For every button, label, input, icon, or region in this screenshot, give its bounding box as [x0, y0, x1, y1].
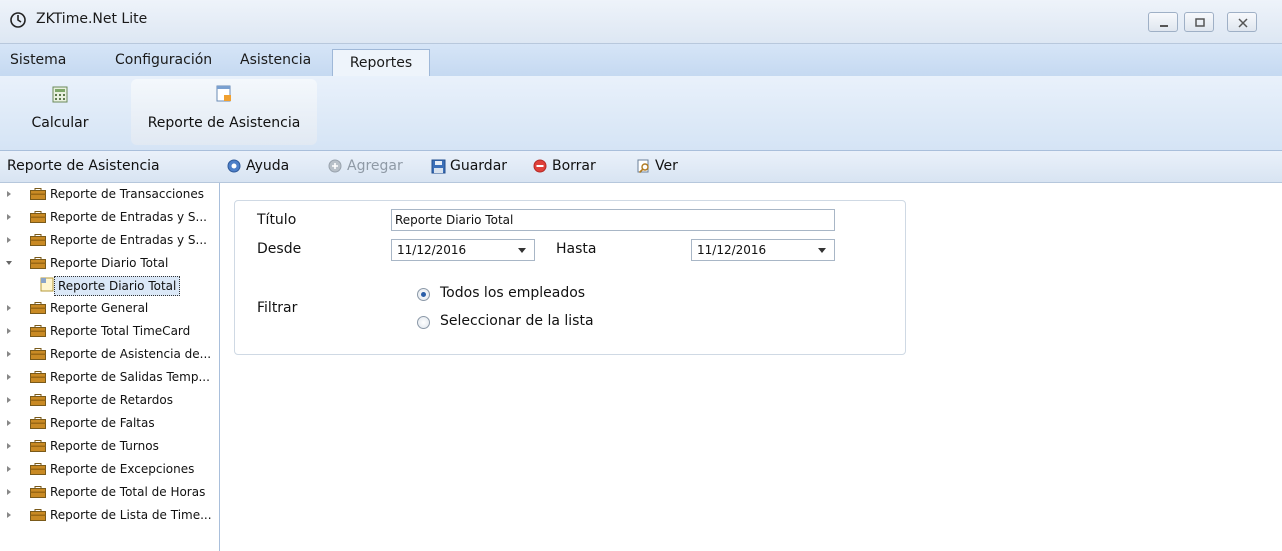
tree-child-label: Reporte Diario Total — [54, 276, 181, 296]
toolbar: Ayuda Agregar Guardar Borrar Ver — [220, 151, 1282, 183]
calcular-button[interactable]: Calcular — [12, 79, 108, 145]
chevron-down-icon[interactable] — [818, 248, 826, 253]
hasta-date-picker[interactable]: 11/12/2016 — [691, 239, 835, 261]
maximize-button[interactable] — [1184, 12, 1214, 32]
reporte-asistencia-button[interactable]: Reporte de Asistencia — [131, 79, 317, 145]
tree-item-label: Reporte de Retardos — [50, 393, 173, 407]
collapse-arrow-icon[interactable] — [4, 183, 14, 205]
tree-item-label: Reporte de Entradas y S... — [50, 233, 207, 247]
briefcase-icon — [30, 509, 46, 521]
tree-item-label: Reporte de Asistencia de... — [50, 347, 212, 361]
collapse-arrow-icon[interactable] — [4, 297, 14, 319]
minimize-button[interactable] — [1148, 12, 1178, 32]
chevron-down-icon[interactable] — [518, 248, 526, 253]
reporte-asistencia-label: Reporte de Asistencia — [147, 115, 301, 131]
radio-seleccionar[interactable] — [417, 316, 430, 329]
collapse-arrow-icon[interactable] — [4, 389, 14, 411]
guardar-button[interactable]: Guardar — [431, 151, 521, 182]
radio-todos[interactable] — [417, 288, 430, 301]
tree-item-label: Reporte de Lista de Time... — [50, 508, 212, 522]
menu-sistema[interactable]: Sistema — [10, 44, 66, 76]
tree-child-reporte-diario-total[interactable]: Reporte Diario Total — [34, 274, 219, 296]
tree-item-label: Reporte de Total de Horas — [50, 485, 206, 499]
collapse-arrow-icon[interactable] — [4, 435, 14, 457]
titulo-label: Título — [257, 212, 297, 228]
radio-todos-label[interactable]: Todos los empleados — [440, 285, 585, 301]
collapse-arrow-icon[interactable] — [4, 229, 14, 251]
collapse-arrow-icon[interactable] — [4, 206, 14, 228]
hasta-label: Hasta — [556, 241, 597, 257]
agregar-label: Agregar — [347, 158, 403, 174]
expand-arrow-icon[interactable] — [4, 252, 14, 274]
save-icon — [431, 159, 446, 174]
briefcase-icon — [30, 371, 46, 383]
menu-bar: Sistema Configuración Asistencia Reporte… — [0, 44, 1282, 77]
briefcase-icon — [30, 463, 46, 475]
collapse-arrow-icon[interactable] — [4, 458, 14, 480]
collapse-arrow-icon[interactable] — [4, 412, 14, 434]
ribbon: Calcular Reporte de Asistencia — [0, 76, 1282, 151]
briefcase-icon — [30, 325, 46, 337]
briefcase-icon — [30, 394, 46, 406]
desde-date-picker[interactable]: 11/12/2016 — [391, 239, 535, 261]
menu-asistencia[interactable]: Asistencia — [240, 44, 311, 76]
titulo-input[interactable]: Reporte Diario Total — [391, 209, 835, 231]
tree-item-label: Reporte de Faltas — [50, 416, 155, 430]
left-panel-title: Reporte de Asistencia — [7, 158, 160, 174]
ayuda-label: Ayuda — [246, 158, 290, 174]
tree-item-label: Reporte de Salidas Temp... — [50, 370, 210, 384]
agregar-button[interactable]: Agregar — [328, 151, 420, 182]
tree-item-label: Reporte de Turnos — [50, 439, 159, 453]
ver-label: Ver — [655, 158, 678, 174]
tree-item-label: Reporte Diario Total — [50, 256, 169, 270]
tree-item-label: Reporte General — [50, 301, 149, 315]
filtrar-label: Filtrar — [257, 300, 298, 316]
left-panel-header: Reporte de Asistencia — [0, 151, 220, 183]
report-tree: Reporte de Transacciones Reporte de Entra… — [0, 183, 220, 551]
report-icon — [216, 85, 231, 102]
preview-icon — [637, 159, 649, 174]
hasta-value: 11/12/2016 — [697, 243, 767, 257]
collapse-arrow-icon[interactable] — [4, 320, 14, 342]
clock-icon — [9, 11, 27, 29]
briefcase-icon — [30, 348, 46, 360]
collapse-arrow-icon[interactable] — [4, 481, 14, 503]
briefcase-icon — [30, 417, 46, 429]
close-icon — [1238, 18, 1248, 28]
delete-icon — [533, 159, 547, 173]
close-button[interactable] — [1227, 12, 1257, 32]
guardar-label: Guardar — [450, 158, 508, 174]
briefcase-icon — [30, 302, 46, 314]
menu-reportes[interactable]: Reportes — [332, 49, 430, 77]
briefcase-icon — [30, 188, 46, 200]
tree-item-label: Reporte de Entradas y S... — [50, 210, 207, 224]
radio-seleccionar-label[interactable]: Seleccionar de la lista — [440, 313, 594, 329]
collapse-arrow-icon[interactable] — [4, 504, 14, 526]
tree-item-label: Reporte de Excepciones — [50, 462, 195, 476]
collapse-arrow-icon[interactable] — [4, 366, 14, 388]
calcular-label: Calcular — [31, 115, 89, 131]
desde-value: 11/12/2016 — [397, 243, 467, 257]
maximize-icon — [1195, 18, 1205, 27]
collapse-arrow-icon[interactable] — [4, 343, 14, 365]
title-bar: ZKTime.Net Lite — [0, 0, 1282, 44]
borrar-button[interactable]: Borrar — [533, 151, 611, 182]
briefcase-icon — [30, 211, 46, 223]
ayuda-button[interactable]: Ayuda — [227, 151, 307, 182]
briefcase-icon — [30, 440, 46, 452]
minimize-icon — [1160, 25, 1168, 27]
help-icon — [227, 159, 241, 173]
briefcase-icon — [30, 257, 46, 269]
add-icon — [328, 159, 342, 173]
menu-configuracion[interactable]: Configuración — [115, 44, 212, 76]
briefcase-icon — [30, 486, 46, 498]
desde-label: Desde — [257, 241, 302, 257]
borrar-label: Borrar — [552, 158, 596, 174]
tree-item-label: Reporte de Transacciones — [50, 187, 204, 201]
tree-item-label: Reporte Total TimeCard — [50, 324, 191, 338]
briefcase-icon — [30, 234, 46, 246]
calculator-icon — [52, 86, 68, 103]
ver-button[interactable]: Ver — [636, 151, 696, 182]
window-title: ZKTime.Net Lite — [36, 11, 148, 27]
